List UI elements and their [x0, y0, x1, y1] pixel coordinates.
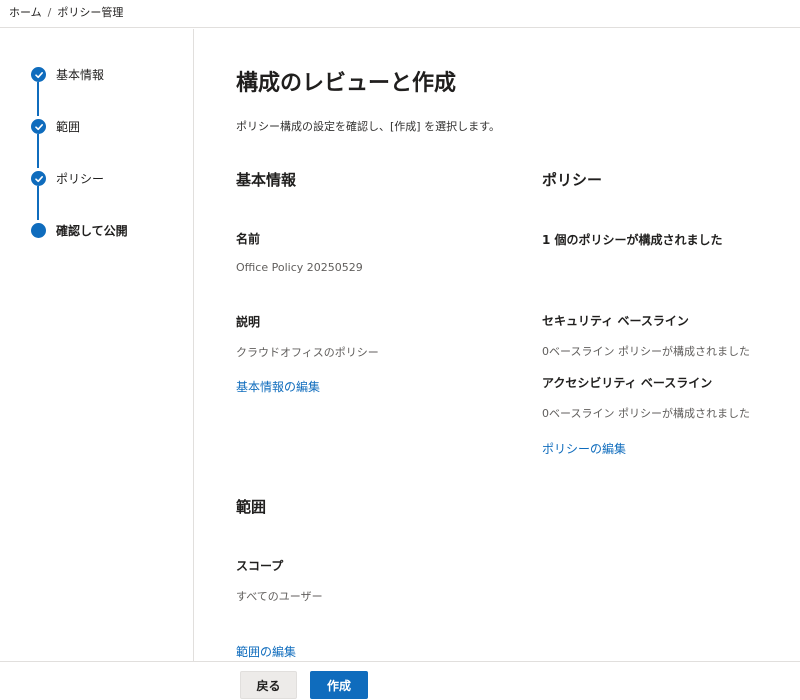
name-label: 名前: [236, 232, 261, 246]
step-connector: [37, 134, 39, 168]
step-label: 基本情報: [56, 68, 105, 82]
step-review-publish[interactable]: 確認して公開: [31, 222, 128, 239]
step-policy[interactable]: ポリシー: [31, 170, 104, 187]
security-baseline-label: セキュリティ ベースライン: [542, 314, 689, 328]
step-label: 範囲: [56, 120, 81, 134]
edit-policy-link[interactable]: ポリシーの編集: [542, 440, 626, 457]
edit-scope-link[interactable]: 範囲の編集: [236, 643, 296, 660]
step-sidebar: 基本情報 範囲 ポリシー 確認して公開: [0, 29, 194, 661]
step-label: ポリシー: [56, 172, 105, 186]
check-icon: [31, 171, 46, 186]
policy-summary: 1 個のポリシーが構成されました: [542, 233, 723, 247]
description-label: 説明: [236, 315, 261, 329]
step-scope[interactable]: 範囲: [31, 118, 80, 135]
edit-basics-link[interactable]: 基本情報の編集: [236, 378, 320, 395]
create-button[interactable]: 作成: [310, 671, 368, 699]
step-label: 確認して公開: [56, 224, 128, 238]
scope-value: すべてのユーザー: [236, 590, 323, 603]
check-icon: [31, 67, 46, 82]
step-connector: [37, 186, 39, 220]
breadcrumb-home[interactable]: ホーム: [9, 4, 42, 20]
current-step-dot-icon: [31, 223, 46, 238]
name-value: Office Policy 20250529: [236, 261, 363, 274]
accessibility-baseline-label: アクセシビリティ ベースライン: [542, 376, 713, 390]
description-value: クラウドオフィスのポリシー: [236, 346, 379, 359]
main-content: 構成のレビューと作成 ポリシー構成の設定を確認し、[作成] を選択します。 基本…: [194, 29, 800, 661]
breadcrumb-separator: /: [47, 5, 52, 19]
step-basics[interactable]: 基本情報: [31, 66, 104, 83]
accessibility-baseline-value: 0ベースライン ポリシーが構成されました: [542, 407, 750, 420]
check-icon: [31, 119, 46, 134]
footer-action-bar: 戻る 作成: [0, 661, 800, 700]
policy-heading: ポリシー: [542, 171, 603, 189]
scope-label: スコープ: [236, 559, 284, 573]
back-button[interactable]: 戻る: [240, 671, 297, 699]
basics-heading: 基本情報: [236, 171, 297, 189]
page-title: 構成のレビューと作成: [236, 71, 457, 96]
top-bar: ホーム / ポリシー管理: [0, 0, 800, 28]
page-intro: ポリシー構成の設定を確認し、[作成] を選択します。: [236, 120, 500, 133]
breadcrumb-current[interactable]: ポリシー管理: [57, 4, 123, 20]
scope-heading: 範囲: [236, 498, 267, 516]
breadcrumb: ホーム / ポリシー管理: [9, 4, 123, 20]
security-baseline-value: 0ベースライン ポリシーが構成されました: [542, 345, 750, 358]
step-connector: [37, 82, 39, 116]
